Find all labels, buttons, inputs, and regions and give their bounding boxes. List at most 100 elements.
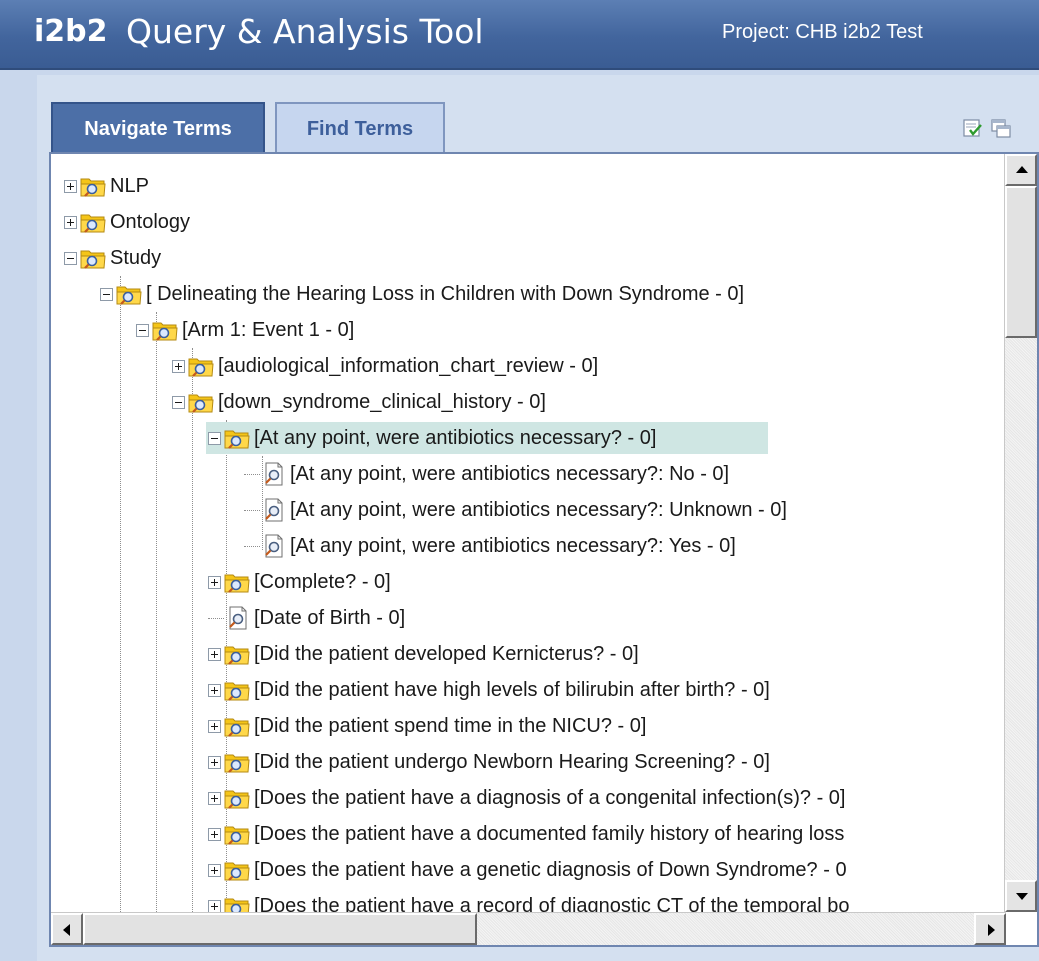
arrow-left-icon xyxy=(63,924,70,936)
collapse-icon[interactable] xyxy=(136,323,149,337)
tree-node-label[interactable]: [Does the patient have a genetic diagnos… xyxy=(254,855,849,885)
folder-icon xyxy=(224,754,250,773)
tree-connector xyxy=(208,605,224,619)
tree-row[interactable]: [At any point, were antibiotics necessar… xyxy=(206,422,768,454)
tree-panel: NLP Ontology Study [ Delineating the Hearin… xyxy=(49,152,1039,947)
folder-icon xyxy=(224,574,250,593)
tree-row[interactable]: [ Delineating the Hearing Loss in Childr… xyxy=(100,278,746,310)
tree-node-label[interactable]: Study xyxy=(110,243,163,273)
folder-icon xyxy=(224,790,250,809)
folder-icon xyxy=(224,430,250,449)
tree-row[interactable]: [Does the patient have a diagnosis of a … xyxy=(208,782,847,814)
app-title: Query & Analysis Tool xyxy=(126,12,484,51)
folder-icon xyxy=(152,322,178,341)
tree-row[interactable]: [Did the patient developed Kernicterus? … xyxy=(208,638,641,670)
tree-node-label[interactable]: [ Delineating the Hearing Loss in Childr… xyxy=(146,279,746,309)
tree-guide-line xyxy=(192,348,193,912)
folder-icon xyxy=(224,826,250,845)
tree-node-label[interactable]: [down_syndrome_clinical_history - 0] xyxy=(218,387,548,417)
tree-node-label[interactable]: Ontology xyxy=(110,207,192,237)
tree-row[interactable]: [At any point, were antibiotics necessar… xyxy=(244,494,789,526)
document-icon xyxy=(265,534,283,558)
tree-row[interactable]: [Arm 1: Event 1 - 0] xyxy=(136,314,356,346)
collapse-icon[interactable] xyxy=(172,395,185,409)
checklist-icon[interactable] xyxy=(962,117,984,139)
tree-node-label[interactable]: [Does the patient have a record of diagn… xyxy=(254,891,852,912)
tree-row[interactable]: [down_syndrome_clinical_history - 0] xyxy=(172,386,548,418)
tree-node-label[interactable]: [At any point, were antibiotics necessar… xyxy=(254,423,658,453)
collapse-icon[interactable] xyxy=(100,287,113,301)
tree-row[interactable]: [Does the patient have a documented fami… xyxy=(208,818,846,850)
document-icon xyxy=(229,606,247,630)
tree-row[interactable]: [At any point, were antibiotics necessar… xyxy=(244,458,731,490)
tree-row[interactable]: [Date of Birth - 0] xyxy=(208,602,407,634)
expand-icon[interactable] xyxy=(172,359,185,373)
expand-icon[interactable] xyxy=(208,791,221,805)
expand-icon[interactable] xyxy=(208,827,221,841)
expand-icon[interactable] xyxy=(208,863,221,877)
folder-icon xyxy=(80,250,106,269)
tree-node-label[interactable]: [At any point, were antibiotics necessar… xyxy=(290,531,738,561)
expand-icon[interactable] xyxy=(208,575,221,589)
document-icon xyxy=(265,498,283,522)
folder-icon xyxy=(116,286,142,305)
tree-node-label[interactable]: [At any point, were antibiotics necessar… xyxy=(290,459,731,489)
tree-node-label[interactable]: [Date of Birth - 0] xyxy=(254,603,407,633)
tree-node-label[interactable]: [Did the patient have high levels of bil… xyxy=(254,675,772,705)
windows-icon[interactable] xyxy=(990,117,1012,139)
expand-icon[interactable] xyxy=(208,899,221,912)
scroll-up-button[interactable] xyxy=(1005,154,1037,186)
tree-row[interactable]: [Does the patient have a record of diagn… xyxy=(208,890,852,912)
expand-icon[interactable] xyxy=(208,683,221,697)
horizontal-scroll-thumb[interactable] xyxy=(83,913,477,945)
folder-icon xyxy=(224,646,250,665)
tree-row[interactable]: Study xyxy=(64,242,163,274)
tree-connector xyxy=(244,533,260,547)
project-label[interactable]: Project: CHB i2b2 Test xyxy=(722,21,923,44)
tree-row[interactable]: [Does the patient have a genetic diagnos… xyxy=(208,854,849,886)
tree-node-label[interactable]: [Does the patient have a documented fami… xyxy=(254,819,846,849)
tree-node-label[interactable]: NLP xyxy=(110,171,151,201)
tree-node-label[interactable]: [Did the patient spend time in the NICU?… xyxy=(254,711,648,741)
tree-node-label[interactable]: [At any point, were antibiotics necessar… xyxy=(290,495,789,525)
tab-find-terms[interactable]: Find Terms xyxy=(275,102,445,154)
tree-row[interactable]: [Complete? - 0] xyxy=(208,566,393,598)
expand-icon[interactable] xyxy=(208,719,221,733)
expand-icon[interactable] xyxy=(208,647,221,661)
scrollbar-corner xyxy=(1006,912,1037,945)
tree-row[interactable]: NLP xyxy=(64,170,151,202)
tab-navigate-terms[interactable]: Navigate Terms xyxy=(51,102,265,154)
tree-node-label[interactable]: [audiological_information_chart_review -… xyxy=(218,351,600,381)
scroll-right-button[interactable] xyxy=(974,913,1006,945)
tree-row[interactable]: Ontology xyxy=(64,206,192,238)
tree-node-label[interactable]: [Did the patient developed Kernicterus? … xyxy=(254,639,641,669)
scroll-left-button[interactable] xyxy=(51,913,83,945)
tree-node-label[interactable]: [Complete? - 0] xyxy=(254,567,393,597)
term-tree: NLP Ontology Study [ Delineating the Hearin… xyxy=(51,154,1006,912)
expand-icon[interactable] xyxy=(64,215,77,229)
arrow-down-icon xyxy=(1016,893,1028,900)
folder-icon xyxy=(224,718,250,737)
tree-row[interactable]: [Did the patient have high levels of bil… xyxy=(208,674,772,706)
expand-icon[interactable] xyxy=(208,755,221,769)
tree-node-label[interactable]: [Arm 1: Event 1 - 0] xyxy=(182,315,356,345)
tree-node-label[interactable]: [Did the patient undergo Newborn Hearing… xyxy=(254,747,772,777)
tree-row[interactable]: [At any point, were antibiotics necessar… xyxy=(244,530,738,562)
expand-icon[interactable] xyxy=(64,179,77,193)
document-icon xyxy=(265,462,283,486)
arrow-right-icon xyxy=(988,924,995,936)
folder-icon xyxy=(224,862,250,881)
folder-icon xyxy=(224,898,250,912)
tree-node-label[interactable]: [Does the patient have a diagnosis of a … xyxy=(254,783,847,813)
scroll-down-button[interactable] xyxy=(1005,880,1037,912)
tree-row[interactable]: [audiological_information_chart_review -… xyxy=(172,350,600,382)
folder-icon xyxy=(80,214,106,233)
tree-row[interactable]: [Did the patient undergo Newborn Hearing… xyxy=(208,746,772,778)
horizontal-scrollbar[interactable] xyxy=(51,912,1006,945)
folder-icon xyxy=(224,682,250,701)
collapse-icon[interactable] xyxy=(208,431,221,445)
tree-row[interactable]: [Did the patient spend time in the NICU?… xyxy=(208,710,648,742)
collapse-icon[interactable] xyxy=(64,251,77,265)
vertical-scrollbar[interactable] xyxy=(1004,154,1037,912)
vertical-scroll-thumb[interactable] xyxy=(1005,186,1037,338)
